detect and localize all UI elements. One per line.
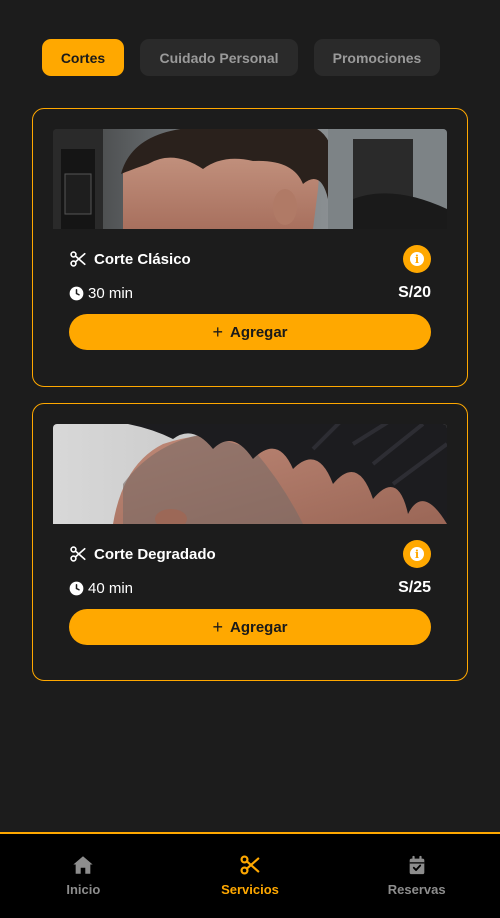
- clock-icon: [69, 581, 84, 595]
- add-service-button[interactable]: + Agregar: [69, 609, 431, 645]
- scissors-icon: [70, 546, 86, 562]
- plus-icon: +: [212, 617, 223, 637]
- scissors-icon: [240, 855, 260, 875]
- bottom-navigation: Inicio Servicios Reservas: [0, 832, 500, 918]
- service-duration: 30 min: [88, 284, 134, 302]
- add-button-label: Agregar: [229, 618, 288, 636]
- tab-promociones[interactable]: Promociones: [314, 39, 440, 76]
- nav-label: Servicios: [221, 882, 279, 897]
- service-card: Corte Clásico i 30 min S/20 + Agregar: [32, 108, 468, 387]
- nav-label: Reservas: [387, 882, 446, 897]
- plus-icon: +: [212, 322, 223, 342]
- info-icon: i: [410, 547, 424, 561]
- service-price: S/25: [398, 579, 431, 596]
- nav-label: Inicio: [66, 882, 101, 897]
- home-icon: [73, 856, 93, 874]
- nav-item-servicios[interactable]: Servicios: [167, 834, 334, 918]
- service-title-row: Corte Clásico i: [69, 245, 431, 273]
- service-duration: 40 min: [88, 579, 134, 597]
- info-icon: i: [410, 252, 424, 266]
- tab-cortes[interactable]: Cortes: [42, 39, 124, 76]
- add-service-button[interactable]: + Agregar: [69, 314, 431, 350]
- service-photo: [53, 129, 447, 229]
- tab-cuidado-personal[interactable]: Cuidado Personal: [140, 39, 298, 76]
- service-photo: [53, 424, 447, 524]
- clock-icon: [69, 286, 84, 300]
- service-name: Corte Degradado: [94, 545, 216, 563]
- nav-item-inicio[interactable]: Inicio: [0, 834, 167, 918]
- service-price: S/20: [398, 284, 431, 301]
- service-card: Corte Degradado i 40 min S/25 + Agregar: [32, 403, 468, 681]
- scissors-icon: [70, 251, 86, 267]
- service-name: Corte Clásico: [94, 250, 191, 268]
- info-button[interactable]: i: [403, 245, 431, 273]
- nav-item-reservas[interactable]: Reservas: [333, 834, 500, 918]
- service-meta: 40 min S/25: [69, 578, 431, 598]
- service-title-row: Corte Degradado i: [69, 540, 431, 568]
- calendar-check-icon: [409, 855, 425, 875]
- category-tabs: Cortes Cuidado Personal Promociones: [42, 39, 440, 76]
- info-button[interactable]: i: [403, 540, 431, 568]
- service-meta: 30 min S/20: [69, 283, 431, 303]
- add-button-label: Agregar: [229, 323, 288, 341]
